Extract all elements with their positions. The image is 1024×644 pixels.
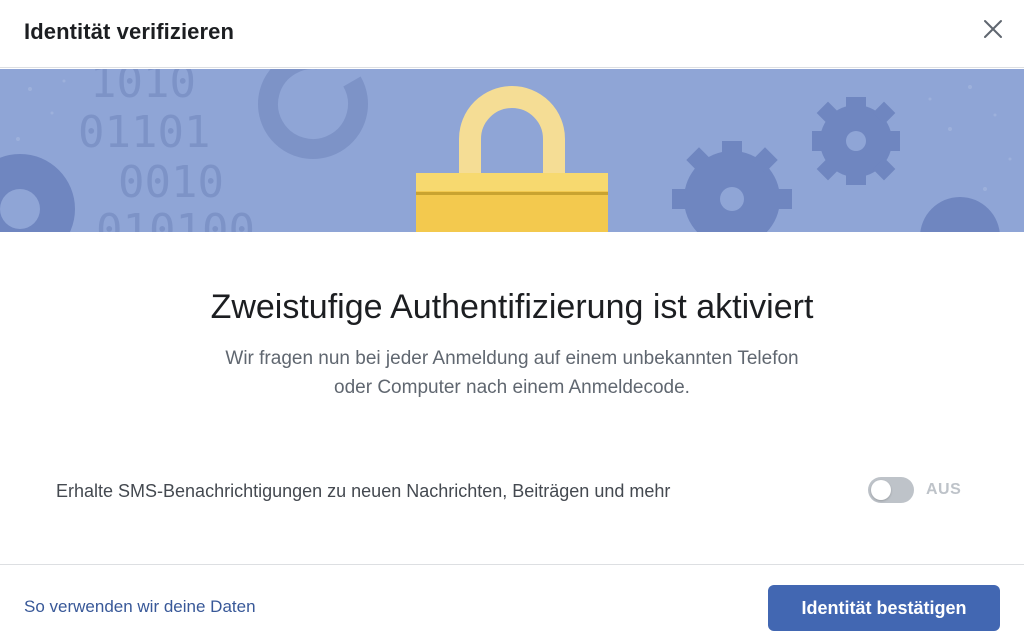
binary-line-3: 0010 <box>118 157 224 208</box>
binary-line-1: 1010 <box>90 69 196 108</box>
confirm-identity-button[interactable]: Identität bestätigen <box>768 585 1000 631</box>
close-icon[interactable] <box>980 16 1006 42</box>
toggle-state-label: AUS <box>926 481 962 498</box>
description: Wir fragen nun bei jeder Anmeldung auf e… <box>225 348 799 398</box>
sms-toggle[interactable] <box>868 477 914 503</box>
dialog-footer: So verwenden wir deine Daten Identität b… <box>0 564 1024 644</box>
binary-line-2: 01101 <box>78 107 210 158</box>
dialog-header: Identität verifizieren <box>0 0 1024 68</box>
sms-notification-setting: Erhalte SMS-Benachrichtigungen zu neuen … <box>0 474 1024 534</box>
dialog-title: Identität verifizieren <box>24 19 235 44</box>
toggle-knob <box>871 480 891 500</box>
headline: Zweistufige Authentifizierung ist aktivi… <box>210 288 814 326</box>
data-policy-link[interactable]: So verwenden wir deine Daten <box>24 597 256 617</box>
security-banner: 1010 01101 0010 010100 <box>0 69 1024 232</box>
sms-setting-label: Erhalte SMS-Benachrichtigungen zu neuen … <box>56 481 671 501</box>
binary-line-4: 010100 <box>96 205 255 232</box>
